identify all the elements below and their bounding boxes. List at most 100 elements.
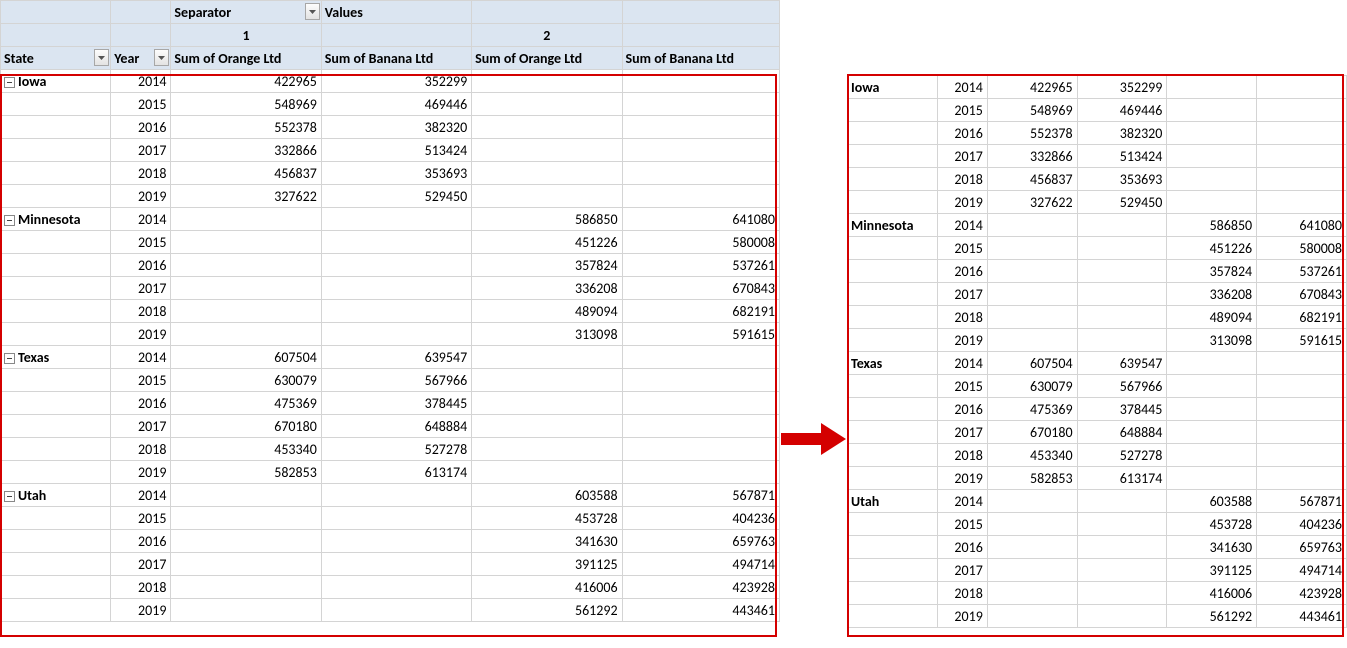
value-cell: 513424 <box>321 139 471 162</box>
value-cell: 313098 <box>1167 329 1257 352</box>
value-cell <box>1167 145 1257 168</box>
state-cell: Minnesota <box>848 214 938 237</box>
year-cell: 2016 <box>937 122 987 145</box>
year-cell: 2015 <box>111 507 171 530</box>
table-row: 2016552378382320 <box>1 116 780 139</box>
table-row: 2018456837353693 <box>848 168 1347 191</box>
state-cell <box>1 231 111 254</box>
value-cell <box>321 231 471 254</box>
value-cell: 357824 <box>472 254 622 277</box>
value-cell <box>1167 99 1257 122</box>
value-cell: 586850 <box>472 208 622 231</box>
value-cell <box>321 323 471 346</box>
value-cell <box>321 530 471 553</box>
value-cell: 416006 <box>1167 582 1257 605</box>
value-cell: 453728 <box>1167 513 1257 536</box>
state-cell <box>848 99 938 122</box>
value-cell: 423928 <box>1257 582 1347 605</box>
state-cell <box>1 116 111 139</box>
filter-dropdown-icon[interactable] <box>154 49 169 66</box>
value-cell <box>1167 168 1257 191</box>
value-cell <box>987 582 1077 605</box>
value-cell <box>472 93 622 116</box>
value-cell <box>171 323 321 346</box>
year-cell: 2014 <box>937 76 987 99</box>
table-row: Texas2014607504639547 <box>1 346 780 369</box>
value-cell: 613174 <box>321 461 471 484</box>
state-cell <box>1 507 111 530</box>
value-cell <box>171 484 321 507</box>
year-cell: 2017 <box>111 415 171 438</box>
state-cell[interactable]: Minnesota <box>1 208 111 231</box>
filter-dropdown-icon[interactable] <box>94 49 109 66</box>
year-cell: 2017 <box>937 421 987 444</box>
year-cell: 2017 <box>937 145 987 168</box>
state-cell <box>848 513 938 536</box>
value-cell: 552378 <box>987 122 1077 145</box>
blank-header <box>321 24 471 47</box>
value-cell: 659763 <box>622 530 779 553</box>
value-cell: 580008 <box>622 231 779 254</box>
table-row: 2019313098591615 <box>848 329 1347 352</box>
value-cell: 456837 <box>987 168 1077 191</box>
value-cell <box>1257 444 1347 467</box>
separator-label: Separator <box>174 4 231 21</box>
state-cell[interactable]: Utah <box>1 484 111 507</box>
filter-dropdown-icon[interactable] <box>305 3 320 20</box>
value-cell <box>987 329 1077 352</box>
value-cell <box>622 70 779 93</box>
state-header[interactable]: State <box>1 47 111 70</box>
collapse-icon[interactable] <box>4 353 15 364</box>
state-cell[interactable]: Iowa <box>1 70 111 93</box>
value-cell: 404236 <box>622 507 779 530</box>
collapse-icon[interactable] <box>4 215 15 226</box>
values-header: Values <box>321 1 471 24</box>
value-cell <box>472 116 622 139</box>
value-cell <box>171 300 321 323</box>
value-cell: 613174 <box>1077 467 1167 490</box>
year-header[interactable]: Year <box>111 47 171 70</box>
value-cell: 513424 <box>1077 145 1167 168</box>
value-cell <box>472 392 622 415</box>
collapse-icon[interactable] <box>4 77 15 88</box>
value-cell: 639547 <box>1077 352 1167 375</box>
year-cell: 2015 <box>111 93 171 116</box>
value-cell: 603588 <box>472 484 622 507</box>
year-cell: 2014 <box>111 70 171 93</box>
table-row: Iowa2014422965352299 <box>848 76 1347 99</box>
state-cell <box>1 93 111 116</box>
value-cell: 451226 <box>472 231 622 254</box>
state-cell[interactable]: Texas <box>1 346 111 369</box>
year-cell: 2019 <box>111 461 171 484</box>
value-cell: 391125 <box>472 553 622 576</box>
value-cell: 469446 <box>321 93 471 116</box>
value-cell: 313098 <box>472 323 622 346</box>
value-cell: 567966 <box>321 369 471 392</box>
collapse-icon[interactable] <box>4 491 15 502</box>
value-cell: 453340 <box>987 444 1077 467</box>
value-cell <box>987 283 1077 306</box>
value-cell <box>321 254 471 277</box>
value-cell <box>622 162 779 185</box>
value-cell: 453340 <box>171 438 321 461</box>
year-cell: 2018 <box>937 444 987 467</box>
table-row: 2019327622529450 <box>848 191 1347 214</box>
state-cell <box>1 576 111 599</box>
table-row: 2016475369378445 <box>848 398 1347 421</box>
table-row: 2019327622529450 <box>1 185 780 208</box>
separator-header[interactable]: Separator <box>171 1 321 24</box>
table-row: 2015548969469446 <box>1 93 780 116</box>
state-cell <box>848 559 938 582</box>
value-cell <box>472 346 622 369</box>
table-row: Utah2014603588567871 <box>1 484 780 507</box>
value-cell: 682191 <box>622 300 779 323</box>
value-cell: 527278 <box>1077 444 1167 467</box>
value-cell: 670180 <box>987 421 1077 444</box>
state-cell <box>1 185 111 208</box>
value-cell: 475369 <box>987 398 1077 421</box>
table-row: 2015451226580008 <box>848 237 1347 260</box>
value-cell <box>1077 536 1167 559</box>
value-cell <box>1257 421 1347 444</box>
value-cell: 332866 <box>171 139 321 162</box>
state-text: Minnesota <box>18 211 81 228</box>
